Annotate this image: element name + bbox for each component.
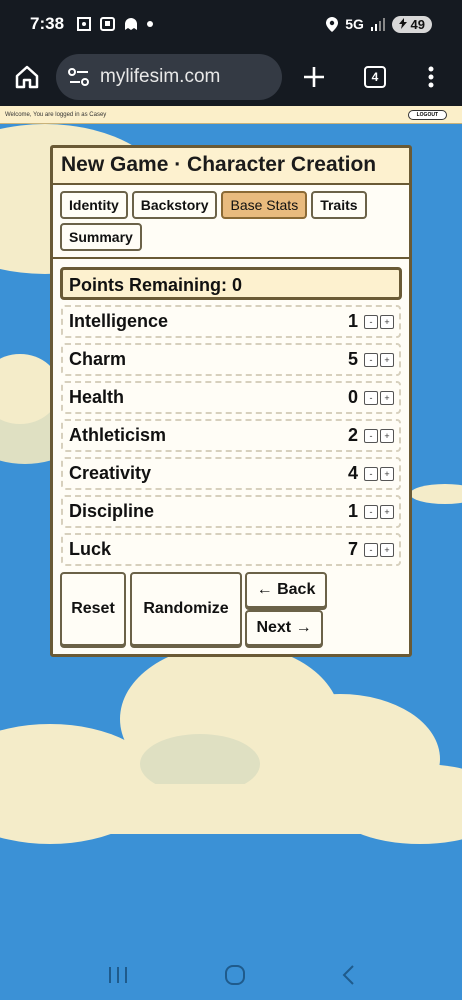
url-text: mylifesim.com [100,66,221,87]
stat-name: Health [69,387,125,407]
stat-name: Discipline [69,501,155,521]
stat-row-athleticism: Athleticism 2 - + [61,419,401,452]
tab-bar: Identity Backstory Base Stats Traits Sum… [53,185,409,259]
location-icon [326,16,339,32]
stat-row-intelligence: Intelligence 1 - + [61,305,401,338]
back-chevron-icon [342,965,354,985]
increase-button[interactable]: + [380,352,394,367]
decrease-button[interactable]: - [364,428,378,443]
dot-icon [147,21,154,27]
increase-button[interactable]: + [380,542,394,557]
cloud [410,484,462,504]
screenshot-icon [77,17,92,31]
decrease-button[interactable]: - [364,542,378,557]
stat-row-creativity: Creativity 4 - + [61,457,401,490]
stat-name: Charm [69,349,127,369]
decrease-button[interactable]: - [364,352,378,367]
decrease-button[interactable]: - [364,390,378,405]
android-nav-bar [0,950,462,1000]
character-creation-panel: New Game · Character Creation Identity B… [50,145,412,657]
new-tab-button[interactable] [302,65,326,89]
recent-apps-button[interactable] [107,965,129,985]
stats-list: Intelligence 1 - + Charm 5 - + Health 0 … [53,305,409,566]
tab-count: 4 [364,66,386,88]
increase-button[interactable]: + [380,466,394,481]
network-label: 5G [345,16,364,32]
stat-row-charm: Charm 5 - + [61,343,401,376]
clock: 7:38 [30,14,65,33]
increase-button[interactable]: + [380,428,394,443]
recent-apps-icon [109,967,128,983]
charging-icon [398,17,407,29]
increase-button[interactable]: + [380,504,394,519]
browser-toolbar: mylifesim.com 4 [0,48,462,106]
tab-identity[interactable]: Identity [60,191,128,219]
stat-value: 0 [347,387,358,407]
panel-title: New Game · Character Creation [53,148,409,185]
tab-summary[interactable]: Summary [60,223,142,251]
signal-icon [370,18,385,31]
logout-button[interactable]: LOGOUT [407,109,447,120]
points-remaining: Points Remaining: 0 [60,267,402,300]
site-header: Welcome, You are logged in as Casey LOGO… [0,106,462,124]
stat-value: 1 [347,311,358,331]
cloud [0,784,462,834]
battery-indicator: 49 [391,15,432,33]
next-button[interactable]: Next → [245,610,323,646]
increase-button[interactable]: + [380,390,394,405]
home-icon [15,65,39,89]
more-vertical-icon [428,66,434,88]
decrease-button[interactable]: - [364,314,378,329]
tab-backstory[interactable]: Backstory [131,191,218,219]
stat-value: 7 [347,539,358,559]
stat-name: Luck [69,539,112,559]
tab-base-stats[interactable]: Base Stats [221,191,308,219]
stat-row-discipline: Discipline 1 - + [61,495,401,528]
home-button[interactable] [14,64,40,90]
stat-value: 2 [347,425,358,445]
app-icon [100,17,116,31]
menu-button[interactable] [428,66,434,88]
stat-name: Creativity [69,463,152,483]
back-button[interactable]: ← Back [245,572,327,608]
phone-status-bar: 7:38 5G 49 [0,0,462,48]
increase-button[interactable]: + [380,314,394,329]
circle-home-icon [224,965,245,985]
stat-row-health: Health 0 - + [61,381,401,414]
ghost-icon [125,18,138,30]
welcome-message: Welcome, You are logged in as Casey [5,111,107,118]
stat-value: 5 [347,349,358,369]
back-nav-button[interactable] [341,964,355,986]
randomize-button[interactable]: Randomize [130,572,242,646]
reset-button[interactable]: Reset [60,572,126,646]
action-buttons: Reset Randomize ← Back Next → [53,572,409,652]
stat-name: Athleticism [69,425,167,445]
stat-value: 4 [347,463,358,483]
site-settings-icon[interactable] [68,68,90,86]
stat-row-luck: Luck 7 - + [61,533,401,566]
plus-icon [304,67,324,87]
stat-value: 1 [347,501,358,521]
decrease-button[interactable]: - [364,504,378,519]
tab-switcher-button[interactable]: 4 [364,66,386,88]
home-nav-button[interactable] [224,964,246,986]
stat-name: Intelligence [69,311,169,331]
decrease-button[interactable]: - [364,466,378,481]
tab-traits[interactable]: Traits [311,191,367,219]
address-bar[interactable]: mylifesim.com [56,54,282,100]
